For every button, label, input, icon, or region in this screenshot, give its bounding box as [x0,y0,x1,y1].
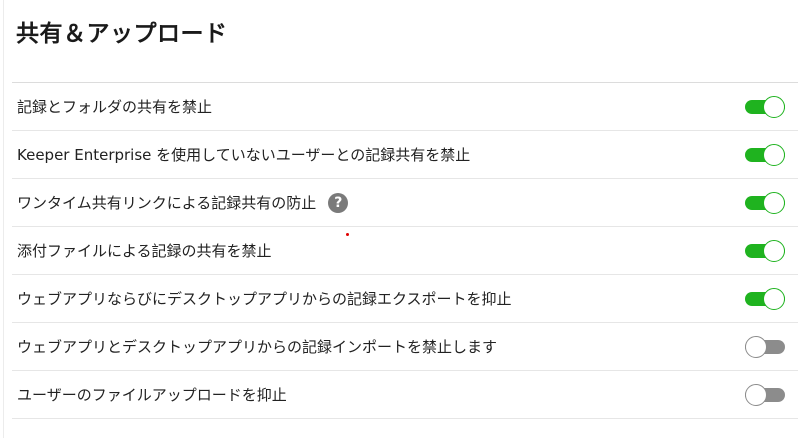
toggle-switch[interactable] [745,383,785,406]
toggle-thumb [745,383,767,406]
toggle-thumb [763,95,785,118]
toggle-thumb [745,335,767,358]
setting-row-disable-one-time-share: ワンタイム共有リンクによる記録共有の防止 ? [12,179,798,227]
setting-label: 添付ファイルによる記録の共有を禁止 [17,242,272,260]
toggle-thumb [763,143,785,166]
setting-row-restrict-file-upload: ユーザーのファイルアップロードを抑止 [12,371,798,419]
section-title: 共有＆アップロード [16,21,228,47]
toggle-switch[interactable] [745,239,785,262]
settings-list: 記録とフォルダの共有を禁止 Keeper Enterprise を使用していない… [12,82,798,419]
setting-label: ユーザーのファイルアップロードを抑止 [17,386,287,404]
toggle-thumb [763,239,785,262]
setting-row-disable-import: ウェブアプリとデスクトップアプリからの記録インポートを禁止します [12,323,798,371]
setting-row-restrict-export: ウェブアプリならびにデスクトップアプリからの記録エクスポートを抑止 [12,275,798,323]
toggle-switch[interactable] [745,287,785,310]
toggle-switch[interactable] [745,191,785,214]
toggle-switch[interactable] [745,95,785,118]
setting-label: Keeper Enterprise を使用していないユーザーとの記録共有を禁止 [17,146,471,164]
toggle-switch[interactable] [745,143,785,166]
setting-row-disable-attachment-sharing: 添付ファイルによる記録の共有を禁止 [12,227,798,275]
setting-label: ウェブアプリならびにデスクトップアプリからの記録エクスポートを抑止 [17,290,512,308]
sharing-upload-settings-page: 共有＆アップロード 記録とフォルダの共有を禁止 Keeper Enterpris… [0,0,804,438]
toggle-switch[interactable] [745,335,785,358]
setting-row-disable-sharing: 記録とフォルダの共有を禁止 [12,83,798,131]
toggle-thumb [763,191,785,214]
question-circle-icon[interactable]: ? [328,192,349,213]
setting-label: ウェブアプリとデスクトップアプリからの記録インポートを禁止します [17,338,498,356]
red-dot-marker [346,233,349,236]
setting-label: ワンタイム共有リンクによる記録共有の防止 [17,194,317,212]
setting-label: 記録とフォルダの共有を禁止 [17,98,213,116]
setting-row-disable-external-sharing: Keeper Enterprise を使用していないユーザーとの記録共有を禁止 [12,131,798,179]
left-divider [3,0,4,438]
toggle-thumb [763,287,785,310]
